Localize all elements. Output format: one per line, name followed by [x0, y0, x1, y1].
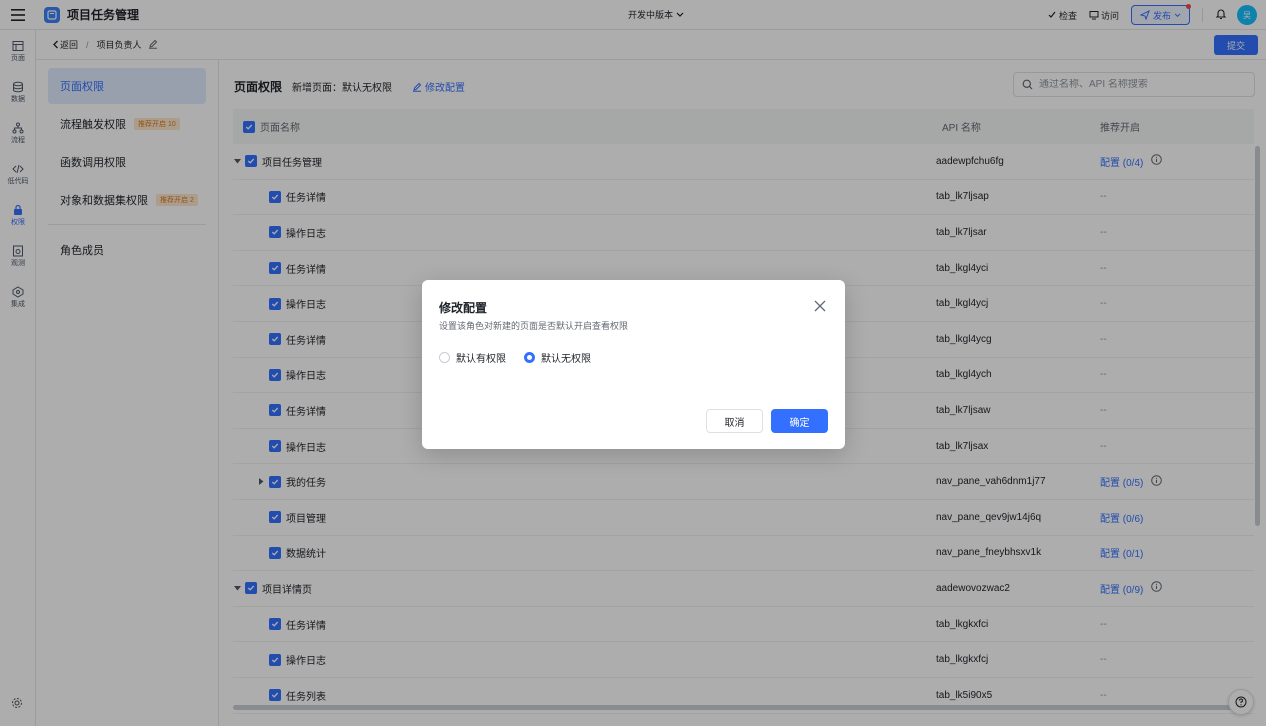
- radio-label: 默认有权限: [456, 354, 506, 365]
- radio-checked-icon: [524, 352, 535, 363]
- modify-config-dialog: 修改配置 设置该角色对新建的页面是否默认开启查看权限 默认有权限 默认无权限 取…: [422, 280, 845, 449]
- radio-unchecked-icon: [439, 352, 450, 363]
- dialog-description: 设置该角色对新建的页面是否默认开启查看权限: [439, 321, 629, 331]
- close-icon[interactable]: [812, 298, 828, 314]
- permission-radio-group: 默认有权限 默认无权限: [439, 350, 609, 365]
- radio-default-deny[interactable]: 默认无权限: [524, 350, 591, 365]
- cancel-button[interactable]: 取消: [706, 409, 763, 433]
- radio-default-allow[interactable]: 默认有权限: [439, 350, 506, 365]
- dialog-title: 修改配置: [439, 301, 488, 315]
- radio-label: 默认无权限: [541, 354, 591, 365]
- confirm-button[interactable]: 确定: [771, 409, 828, 433]
